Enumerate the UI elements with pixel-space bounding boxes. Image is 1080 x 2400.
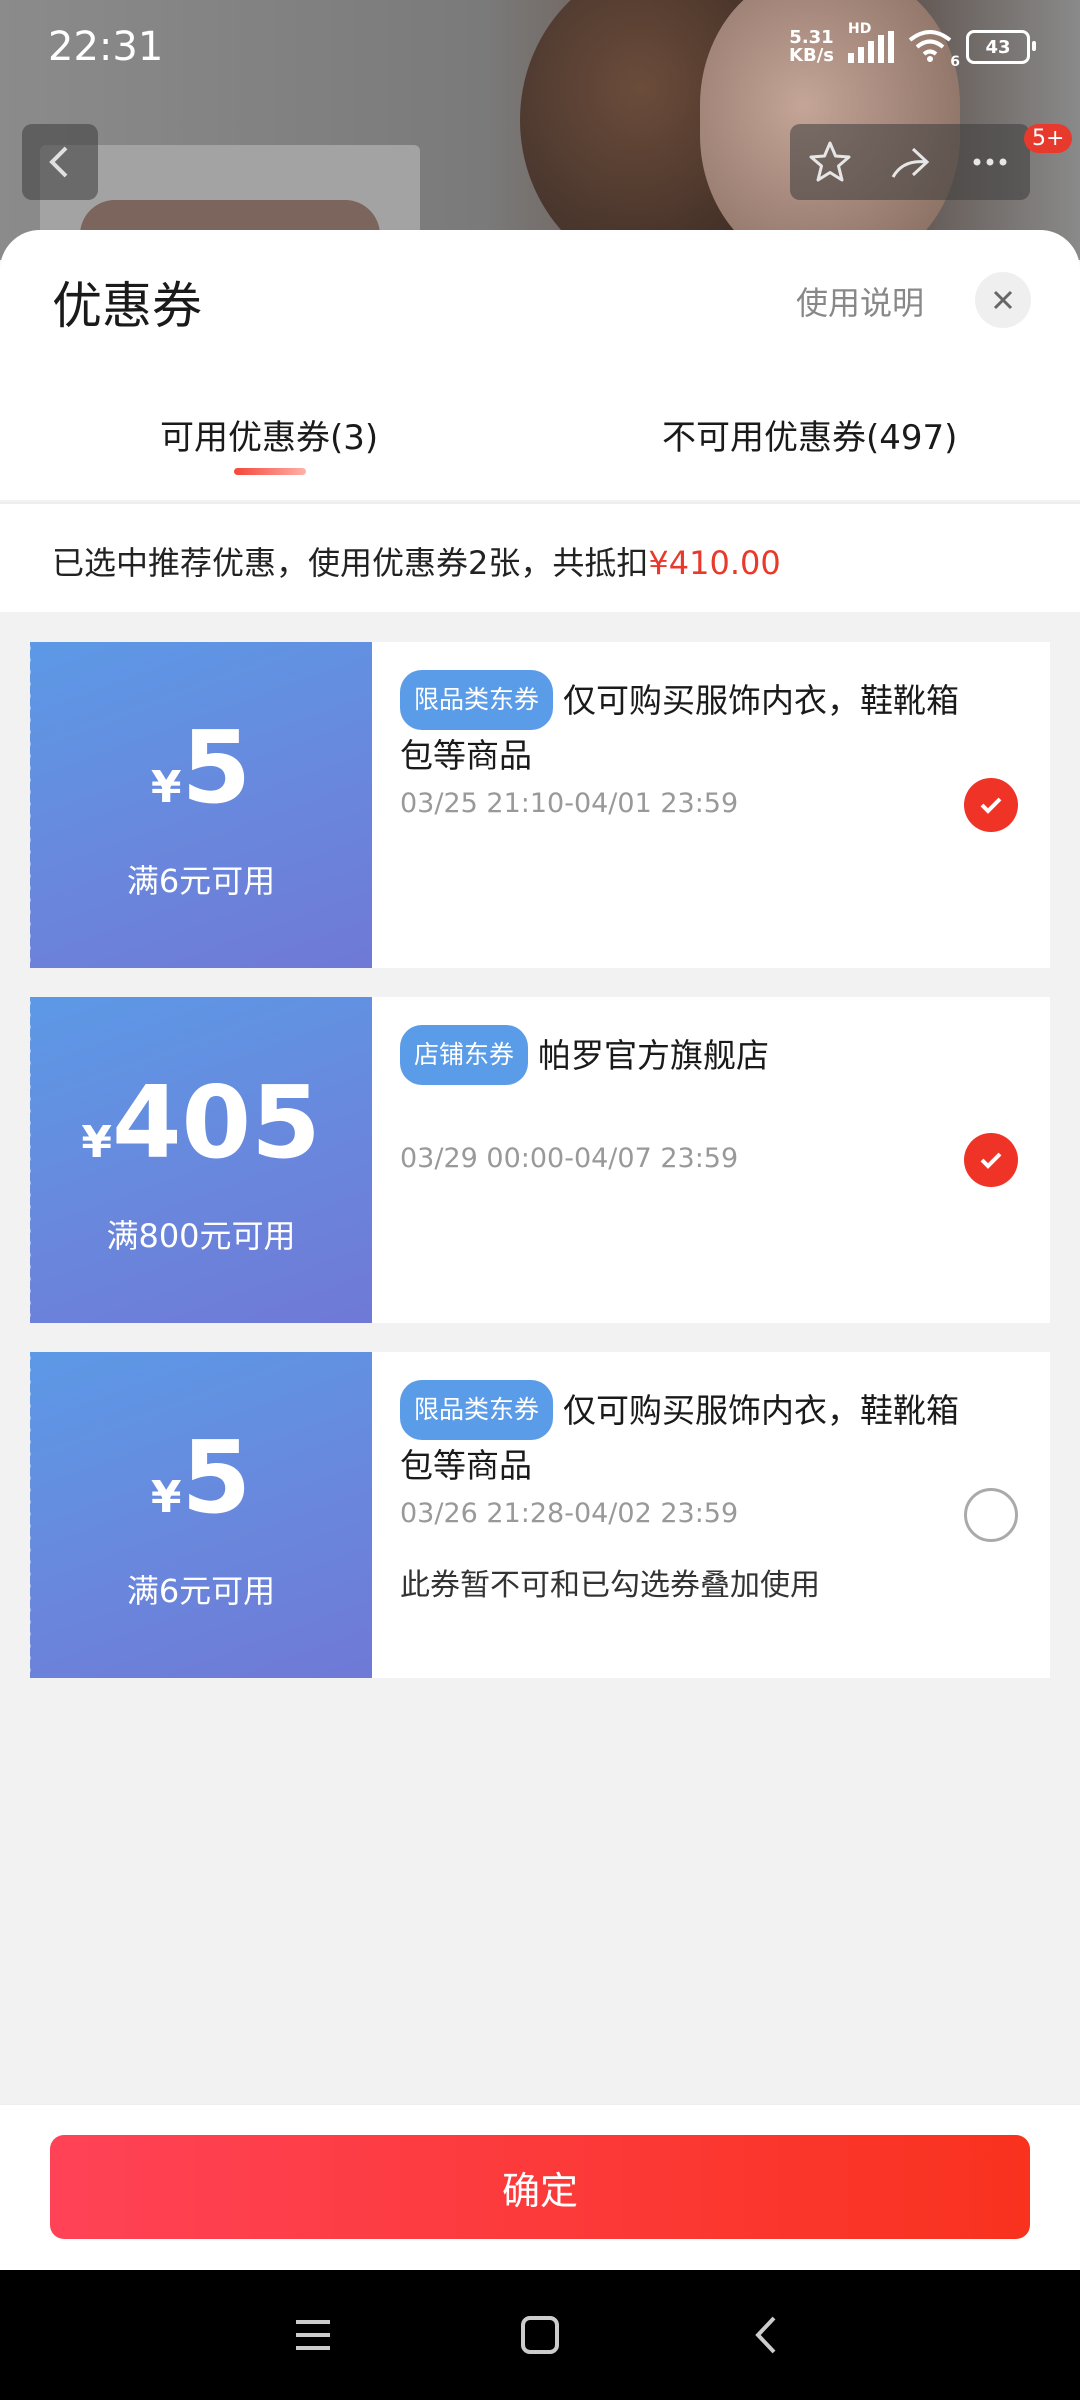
coupon-title: 限品类东券 仅可购买服饰内衣，鞋靴箱包等商品 [400,670,980,782]
coupon-checkbox-checked[interactable] [964,778,1018,832]
usage-help-link[interactable]: 使用说明 [796,278,924,324]
coupon-validity: 03/29 00:00-04/07 23:59 [400,1143,739,1174]
summary-text: 已选中推荐优惠，使用优惠券2张，共抵扣 [52,544,649,582]
system-nav-bar [0,2270,1080,2400]
status-bar: 22:31 5.31 KB/s HD 6 43 [0,0,1080,100]
sheet-header: 优惠券 使用说明 可用优惠券(3) 不可用优惠券(497) [0,230,1080,500]
close-icon [993,290,1013,310]
coupon-title: 限品类东券 仅可购买服饰内衣，鞋靴箱包等商品 [400,1380,980,1492]
coupon-validity: 03/25 21:10-04/01 23:59 [400,788,739,819]
status-time: 22:31 [48,24,164,70]
more-icon[interactable] [965,137,1015,187]
notification-badge: 5+ [1024,124,1073,153]
summary-amount: ¥410.00 [648,544,781,582]
check-icon [980,1152,1002,1169]
coupon-value-panel: ¥5 满6元可用 [26,1352,372,1678]
coupon-note: 此券暂不可和已勾选券叠加使用 [400,1568,820,1603]
coupon-condition: 满6元可用 [126,862,276,900]
coupon-title: 店铺东券 帕罗官方旗舰店 [400,1025,980,1085]
coupon-description: 帕罗官方旗舰店 [538,1036,770,1075]
sheet-title: 优惠券 [52,277,202,335]
coupon-validity: 03/26 21:28-04/02 23:59 [400,1498,739,1529]
coupon-checkbox-checked[interactable] [964,1133,1018,1187]
battery-level: 43 [985,36,1011,58]
currency-symbol: ¥ [150,762,182,813]
page-actions [790,124,1030,200]
share-icon[interactable] [885,137,935,187]
hd-label: HD [848,21,872,37]
coupon-amount: 5 [181,709,252,826]
coupon-tag: 限品类东券 [400,670,554,730]
back-button[interactable] [22,124,98,200]
coupon-card[interactable]: ¥5 满6元可用 限品类东券 仅可购买服饰内衣，鞋靴箱包等商品 03/26 21:… [26,1352,1050,1678]
net-speed-unit: KB/s [789,45,834,66]
coupon-condition: 满800元可用 [106,1217,296,1255]
sheet-footer: 确定 [0,2104,1080,2270]
currency-symbol: ¥ [150,1472,182,1523]
coupon-amount: 5 [181,1419,252,1536]
coupon-value-panel: ¥5 满6元可用 [26,642,372,968]
chevron-left-icon [49,146,68,178]
status-icons: 5.31 KB/s HD 6 43 [789,21,1036,70]
selection-summary: 已选中推荐优惠，使用优惠券2张，共抵扣¥410.00 [0,504,1080,612]
currency-symbol: ¥ [81,1117,112,1168]
coupon-card[interactable]: ¥405 满800元可用 店铺东券 帕罗官方旗舰店 03/29 00:00-04/… [26,997,1050,1323]
coupon-tag: 限品类东券 [400,1380,554,1440]
coupon-value-panel: ¥405 满800元可用 [26,997,372,1323]
net-speed: 5.31 KB/s [789,29,834,65]
coupon-card[interactable]: ¥5 满6元可用 限品类东券 仅可购买服饰内衣，鞋靴箱包等商品 03/25 21:… [26,642,1050,968]
wifi-sub: 6 [950,54,960,70]
battery-icon: 43 [966,30,1036,64]
star-icon[interactable] [805,137,855,187]
back-nav-icon[interactable] [744,2312,790,2358]
close-button[interactable] [975,272,1031,328]
wifi-icon: 6 [908,28,960,70]
coupon-condition: 满6元可用 [126,1572,276,1610]
tab-unavailable[interactable]: 不可用优惠券(497) [662,410,957,459]
home-icon[interactable] [517,2312,563,2358]
signal-icon: HD [848,21,894,63]
confirm-button[interactable]: 确定 [50,2135,1030,2239]
tab-available[interactable]: 可用优惠券(3) [160,410,378,459]
coupon-sheet: 优惠券 使用说明 可用优惠券(3) 不可用优惠券(497) 已选中推荐优惠，使用… [0,230,1080,2270]
check-icon [980,797,1002,814]
menu-icon[interactable] [290,2312,336,2358]
active-tab-indicator [234,468,306,475]
coupon-checkbox-unchecked[interactable] [964,1488,1018,1542]
coupon-amount: 405 [111,1064,321,1181]
coupon-tag: 店铺东券 [400,1025,529,1085]
